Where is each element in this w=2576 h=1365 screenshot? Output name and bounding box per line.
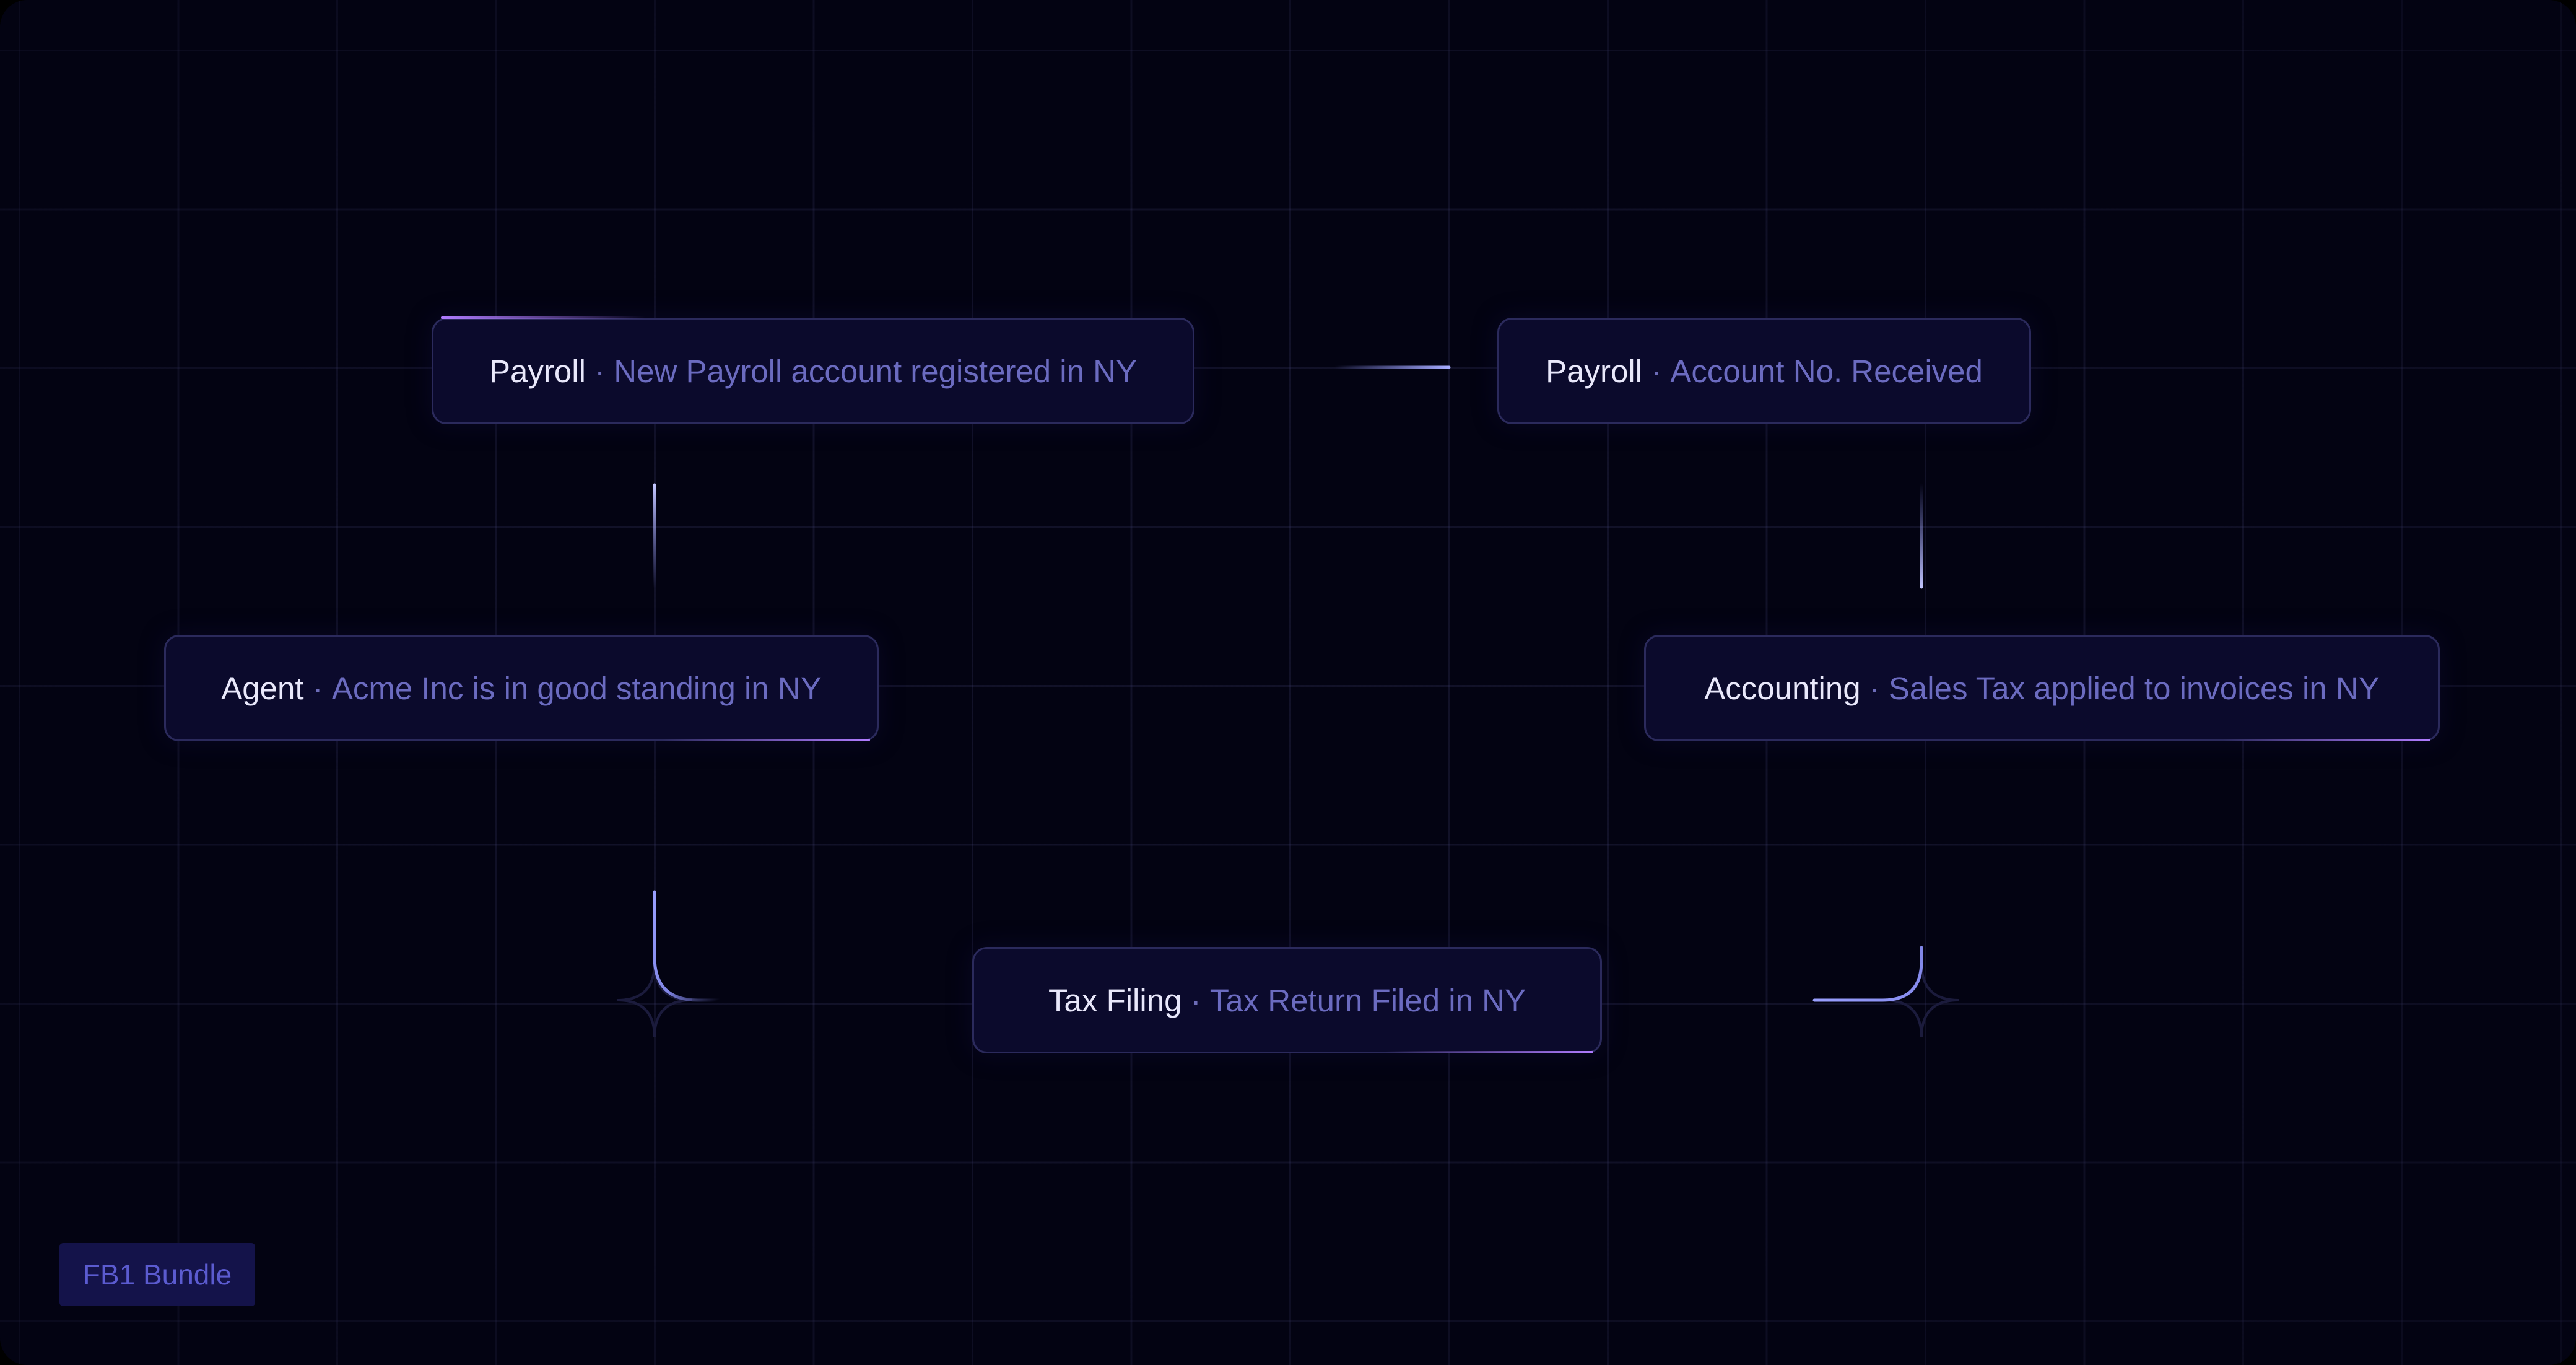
- node-separator: ·: [1651, 353, 1662, 389]
- node-payroll-registered[interactable]: Payroll · New Payroll account registered…: [432, 318, 1194, 424]
- diagram-canvas: Payroll · New Payroll account registered…: [0, 0, 2576, 1365]
- connector-agent-to-tax-filing: [653, 890, 723, 1002]
- node-separator: ·: [1869, 670, 1880, 706]
- node-category: Tax Filing: [1048, 982, 1182, 1018]
- node-agent-standing[interactable]: Agent · Acme Inc is in good standing in …: [164, 635, 879, 741]
- node-description: Acme Inc is in good standing in NY: [331, 670, 822, 706]
- node-separator: ·: [312, 670, 323, 706]
- node-description: Sales Tax applied to invoices in NY: [1888, 670, 2380, 706]
- bundle-badge-label: FB1 Bundle: [82, 1258, 232, 1291]
- node-separator: ·: [1190, 982, 1201, 1018]
- node-category: Accounting: [1704, 670, 1861, 706]
- bundle-badge: FB1 Bundle: [59, 1243, 255, 1306]
- corner-sparkle-left: [617, 962, 692, 1038]
- connector-accounting-to-tax-filing: [1812, 946, 1923, 1002]
- node-tax-filing[interactable]: Tax Filing · Tax Return Filed in NY: [972, 947, 1602, 1053]
- node-category: Payroll: [489, 353, 586, 389]
- node-description: Tax Return Filed in NY: [1209, 982, 1526, 1018]
- node-category: Payroll: [1546, 353, 1642, 389]
- node-payroll-account[interactable]: Payroll · Account No. Received: [1497, 318, 2031, 424]
- node-separator: ·: [594, 353, 606, 389]
- node-accounting-tax[interactable]: Accounting · Sales Tax applied to invoic…: [1644, 635, 2440, 741]
- node-category: Agent: [221, 670, 304, 706]
- node-description: New Payroll account registered in NY: [614, 353, 1137, 389]
- node-description: Account No. Received: [1670, 353, 1983, 389]
